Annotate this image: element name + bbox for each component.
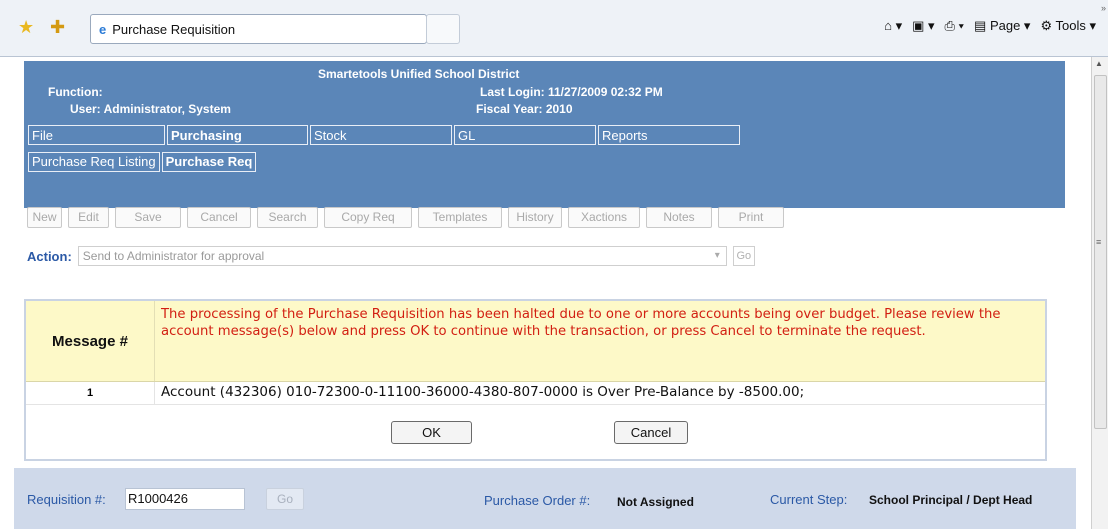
menu-reports-label: Reports [602, 128, 648, 143]
home-icon[interactable]: ⌂ ▾ [884, 18, 902, 34]
requisition-number-input[interactable]: R1000426 [125, 488, 245, 510]
sub-menu: Purchase Req Listing Purchase Req [28, 152, 258, 174]
history-button[interactable]: History [508, 207, 562, 228]
tools-gear-icon: ⚙ [1040, 18, 1053, 33]
purchase-order-value: Not Assigned [617, 495, 694, 509]
page-icon: ▤ [974, 18, 987, 33]
action-label: Action: [27, 248, 72, 264]
new-tab-button[interactable] [426, 14, 460, 44]
tools-menu[interactable]: ⚙ Tools ▾ [1040, 18, 1096, 34]
menu-gl[interactable]: GL [454, 125, 596, 145]
requisition-label: Requisition #: [27, 492, 106, 507]
action-go-button[interactable]: Go [732, 246, 755, 266]
requisition-number-value: R1000426 [128, 491, 188, 506]
copy-req-button[interactable]: Copy Req [324, 207, 412, 228]
message-header-row: Message # The processing of the Purchase… [26, 301, 1045, 382]
main-menu: File Purchasing Stock GL Reports [28, 125, 742, 147]
menu-gl-label: GL [458, 128, 476, 143]
ie-page-icon: e [99, 21, 107, 37]
current-step-value: School Principal / Dept Head [869, 493, 1033, 507]
command-bar: ⌂ ▾ ▣ ▾ ⎙ ▾ ▤ Page ▾ ⚙ Tools ▾ [884, 18, 1096, 34]
cancel-toolbar-button[interactable]: Cancel [187, 207, 251, 228]
menu-file-label: File [32, 128, 53, 143]
browser-tab[interactable]: e Purchase Requisition [90, 14, 427, 44]
search-button[interactable]: Search [257, 207, 318, 228]
requisition-go-button[interactable]: Go [266, 488, 304, 510]
submenu-purchase-req[interactable]: Purchase Req [161, 152, 257, 172]
user-name: User: Administrator, System [70, 102, 231, 116]
budget-message-panel: Message # The processing of the Purchase… [24, 299, 1047, 461]
menu-purchasing[interactable]: Purchasing [167, 125, 308, 145]
scroll-grip-icon: ≡ [1096, 237, 1102, 247]
page-menu[interactable]: ▤ Page ▾ [974, 18, 1030, 34]
vertical-scrollbar[interactable]: ▲ ≡ [1091, 57, 1108, 529]
scroll-up-icon[interactable]: ▲ [1095, 59, 1103, 68]
over-budget-warning: The processing of the Purchase Requisiti… [161, 307, 1001, 339]
tools-menu-label: Tools [1055, 18, 1086, 33]
submenu-purchase-req-listing[interactable]: Purchase Req Listing [28, 152, 160, 172]
feeds-icon[interactable]: ▣ ▾ [912, 18, 934, 34]
menu-stock[interactable]: Stock [310, 125, 452, 145]
save-button[interactable]: Save [115, 207, 181, 228]
chevron-icon[interactable]: » [1101, 3, 1106, 13]
templates-button[interactable]: Templates [418, 207, 502, 228]
xactions-button[interactable]: Xactions [568, 207, 640, 228]
scroll-thumb[interactable] [1094, 75, 1107, 429]
new-button[interactable]: New [27, 207, 62, 228]
edit-button[interactable]: Edit [68, 207, 109, 228]
action-select[interactable]: Send to Administrator for approval ▾ [77, 246, 727, 266]
notes-button[interactable]: Notes [646, 207, 712, 228]
print-button[interactable]: Print [718, 207, 784, 228]
menu-reports[interactable]: Reports [598, 125, 740, 145]
add-favorites-icon[interactable]: ✚ [50, 17, 65, 38]
message-row: 1 Account (432306) 010-72300-0-11100-360… [26, 382, 1045, 405]
message-number: 1 [26, 382, 155, 404]
purchase-order-label: Purchase Order #: [484, 493, 591, 508]
page-menu-label: Page [989, 18, 1021, 33]
chevron-down-icon: ▾ [714, 250, 720, 261]
submenu-listing-label: Purchase Req Listing [32, 154, 156, 169]
function-label: Function: [48, 85, 103, 99]
district-name: Smartetools Unified School District [318, 67, 520, 81]
menu-file[interactable]: File [28, 125, 165, 145]
action-selected-value: Send to Administrator for approval [82, 249, 265, 263]
fiscal-year: Fiscal Year: 2010 [476, 102, 573, 116]
action-toolbar: New Edit Save Cancel Search Copy Req Tem… [27, 207, 784, 228]
browser-toolbar: ★ ✚ e Purchase Requisition ⌂ ▾ ▣ ▾ ⎙ ▾ ▤… [0, 0, 1108, 57]
favorites-star-icon[interactable]: ★ [18, 17, 34, 38]
account-message: Account (432306) 010-72300-0-11100-36000… [161, 384, 805, 400]
requisition-info-bar: Requisition #: R1000426 Go Purchase Orde… [14, 468, 1076, 529]
last-login: Last Login: 11/27/2009 02:32 PM [480, 85, 663, 99]
cancel-button[interactable]: Cancel [614, 421, 688, 444]
tab-title: Purchase Requisition [112, 21, 236, 37]
menu-purchasing-label: Purchasing [171, 128, 242, 143]
menu-stock-label: Stock [314, 128, 347, 143]
message-number-header: Message # [26, 301, 155, 381]
action-row: Action: Send to Administrator for approv… [27, 246, 755, 266]
print-icon[interactable]: ⎙ ▾ [945, 18, 964, 34]
current-step-label: Current Step: [770, 492, 848, 507]
submenu-req-label: Purchase Req [165, 154, 253, 169]
page-viewport: Smartetools Unified School District Func… [14, 57, 1090, 529]
ok-button[interactable]: OK [391, 421, 472, 444]
app-header: Smartetools Unified School District Func… [24, 61, 1065, 208]
